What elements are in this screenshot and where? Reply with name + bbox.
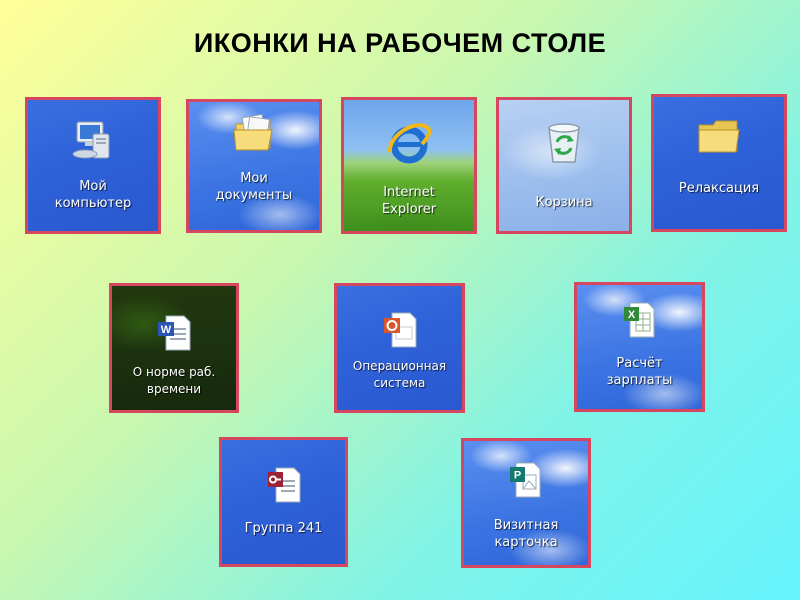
icon-label-line: Релаксация bbox=[678, 181, 760, 196]
desktop-icon-my-computer[interactable]: Мой компьютер bbox=[25, 97, 161, 234]
word-document-icon: W bbox=[154, 314, 194, 356]
excel-document-icon: X bbox=[620, 301, 660, 343]
desktop-icon-group-241[interactable]: Группа 241 bbox=[219, 437, 348, 567]
page-title: ИКОНКИ НА РАБОЧЕМ СТОЛЕ bbox=[193, 28, 607, 58]
svg-text:X: X bbox=[627, 309, 635, 321]
access-document-icon bbox=[264, 466, 304, 508]
icon-label-line: компьютер bbox=[54, 196, 132, 211]
icon-label-line: Мой bbox=[79, 179, 107, 194]
documents-folder-icon bbox=[232, 113, 276, 158]
icon-label-line: Explorer bbox=[381, 202, 437, 217]
icon-label-line: карточка bbox=[494, 535, 558, 550]
icon-label-line: времени bbox=[146, 382, 202, 396]
icon-label-line: О норме раб. bbox=[132, 365, 216, 379]
svg-text:P: P bbox=[514, 470, 521, 482]
desktop-icon-work-time-doc[interactable]: W О норме раб. времени bbox=[109, 283, 239, 413]
icon-label-line: Мои bbox=[240, 171, 268, 186]
icon-label-line: Internet bbox=[383, 185, 435, 200]
icon-label-line: Визитная bbox=[493, 518, 559, 533]
icon-label-line: Расчёт bbox=[616, 356, 663, 371]
publisher-document-icon: P bbox=[506, 461, 546, 505]
desktop-icon-salary-xls[interactable]: X Расчёт зарплаты bbox=[574, 282, 705, 412]
icon-label-line: зарплаты bbox=[606, 373, 673, 388]
icon-label-line: документы bbox=[215, 188, 293, 203]
icon-label-line: система bbox=[373, 376, 426, 390]
folder-icon bbox=[697, 117, 741, 159]
desktop-icon-relaxation-folder[interactable]: Релаксация bbox=[651, 94, 787, 232]
desktop-icon-business-card[interactable]: P Визитная карточка bbox=[461, 438, 591, 568]
computer-icon bbox=[71, 120, 115, 166]
svg-text:W: W bbox=[161, 324, 172, 336]
desktop-icon-operating-system-ppt[interactable]: Операционная система bbox=[334, 283, 465, 413]
internet-explorer-icon bbox=[386, 122, 432, 170]
icon-label-line: Корзина bbox=[535, 195, 593, 210]
icon-label-line: Операционная bbox=[352, 359, 447, 373]
icon-label-line: Группа 241 bbox=[244, 521, 323, 536]
desktop-icon-my-documents[interactable]: Мои документы bbox=[186, 99, 322, 233]
desktop-icon-internet-explorer[interactable]: Internet Explorer bbox=[341, 97, 477, 234]
desktop-icon-recycle-bin[interactable]: Корзина bbox=[496, 97, 632, 234]
recycle-bin-icon bbox=[543, 120, 585, 170]
powerpoint-document-icon bbox=[380, 311, 420, 353]
